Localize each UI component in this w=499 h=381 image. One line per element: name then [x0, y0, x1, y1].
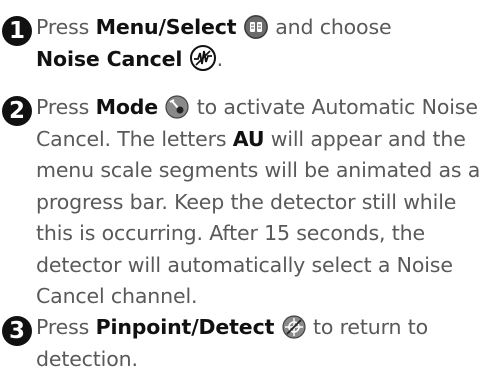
step-text-segment: and choose — [268, 15, 392, 39]
step-text: Press Mode to activate Automatic Noise C… — [36, 92, 493, 313]
step-text-segment: will appear and the menu scale segments … — [36, 126, 481, 309]
step-number-badge: 2 — [2, 96, 32, 126]
button-name: Menu/Select — [95, 15, 237, 39]
display-code: AU — [232, 126, 265, 151]
menu-select-icon — [243, 15, 268, 39]
step-number-badge: 1 — [2, 16, 32, 46]
step-text-segment: Press — [36, 315, 96, 339]
step-text: Press Menu/Select and choose Noise Cance… — [36, 12, 493, 75]
step-text-segment: Press — [36, 95, 96, 119]
noise-cancel-icon — [189, 44, 216, 71]
mode-icon — [165, 95, 190, 119]
button-name: Mode — [95, 95, 159, 119]
step-text-segment: . — [216, 46, 224, 71]
pinpoint-detect-icon — [281, 315, 306, 339]
step-text: Press Pinpoint/Detect to return to detec… — [36, 312, 493, 375]
step-number-badge: 3 — [2, 316, 32, 346]
button-name: Pinpoint/Detect — [95, 315, 275, 339]
step-text-segment: Press — [36, 15, 96, 39]
menu-option-name: Noise Cancel — [36, 46, 183, 71]
